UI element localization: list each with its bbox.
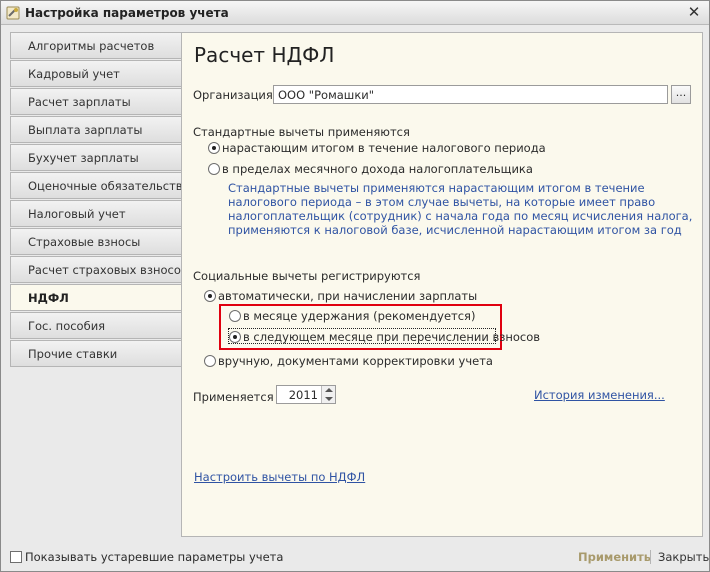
applies-from-label: Применяется с: bbox=[193, 390, 288, 404]
sidebar-item-ndfl[interactable]: НДФЛ bbox=[10, 284, 183, 311]
chevron-down-icon[interactable] bbox=[325, 397, 333, 401]
sidebar-item-other-rates[interactable]: Прочие ставки bbox=[10, 340, 181, 367]
organization-value: ООО "Ромашки" bbox=[278, 88, 375, 102]
radio-label: в следующем месяце при перечислении взно… bbox=[243, 330, 541, 344]
window-title: Настройка параметров учета bbox=[25, 6, 229, 20]
radio-unselected-icon bbox=[229, 310, 241, 322]
sidebar-item-label: Бухучет зарплаты bbox=[28, 151, 139, 165]
page-title: Расчет НДФЛ bbox=[194, 43, 335, 67]
radio-manual[interactable]: вручную, документами корректировки учета bbox=[204, 354, 493, 368]
history-link[interactable]: История изменения... bbox=[534, 388, 665, 402]
close-button[interactable]: Закрыть bbox=[658, 550, 709, 564]
sidebar-item-payroll-accounting[interactable]: Бухучет зарплаты bbox=[10, 144, 181, 171]
radio-label: в пределах месячного дохода налогоплател… bbox=[222, 162, 533, 176]
sidebar-item-insurance-contributions[interactable]: Страховые взносы bbox=[10, 228, 181, 255]
radio-monthly[interactable]: в пределах месячного дохода налогоплател… bbox=[208, 162, 533, 176]
sidebar-item-payroll-payment[interactable]: Выплата зарплаты bbox=[10, 116, 181, 143]
sidebar-item-label: Прочие ставки bbox=[28, 347, 118, 361]
bottom-bar: Показывать устаревшие параметры учета Пр… bbox=[1, 544, 709, 571]
chevron-up-icon[interactable] bbox=[325, 388, 333, 392]
sidebar-item-label: Гос. пособия bbox=[28, 319, 106, 333]
year-stepper[interactable]: 2011 bbox=[276, 385, 336, 404]
sidebar-item-label: Страховые взносы bbox=[28, 235, 141, 249]
radio-label: вручную, документами корректировки учета bbox=[218, 354, 493, 368]
radio-selected-icon bbox=[208, 142, 220, 154]
radio-selected-icon bbox=[229, 331, 241, 343]
checkbox-icon bbox=[10, 551, 22, 563]
settings-window: Настройка параметров учета ✕ Алгоритмы р… bbox=[0, 0, 710, 572]
radio-label: в месяце удержания (рекомендуется) bbox=[243, 309, 476, 323]
sidebar-item-estimated-liabilities[interactable]: Оценочные обязательства bbox=[10, 172, 190, 199]
show-obsolete-label: Показывать устаревшие параметры учета bbox=[25, 550, 284, 564]
sidebar-item-label: Налоговый учет bbox=[28, 207, 126, 221]
sidebar-item-label: Оценочные обязательства bbox=[28, 179, 190, 193]
year-spin-buttons[interactable] bbox=[321, 386, 335, 403]
sidebar-item-hr[interactable]: Кадровый учет bbox=[10, 60, 181, 87]
sidebar-item-calculation-algorithms[interactable]: Алгоритмы расчетов bbox=[10, 32, 181, 59]
radio-next-month[interactable]: в следующем месяце при перечислении взно… bbox=[229, 330, 540, 344]
standard-deductions-label: Стандартные вычеты применяются bbox=[193, 125, 410, 139]
radio-withholding-month[interactable]: в месяце удержания (рекомендуется) bbox=[229, 309, 475, 323]
sidebar-item-label: Выплата зарплаты bbox=[28, 123, 143, 137]
sidebar-item-tax-accounting[interactable]: Налоговый учет bbox=[10, 200, 181, 227]
radio-auto[interactable]: автоматически, при начислении зарплаты bbox=[204, 289, 477, 303]
button-divider bbox=[650, 550, 651, 564]
radio-unselected-icon bbox=[204, 355, 216, 367]
sidebar-item-label: НДФЛ bbox=[28, 291, 69, 305]
organization-label: Организация: bbox=[193, 88, 277, 102]
social-deductions-label: Социальные вычеты регистрируются bbox=[193, 269, 421, 283]
sidebar-item-state-benefits[interactable]: Гос. пособия bbox=[10, 312, 181, 339]
sidebar-item-label: Алгоритмы расчетов bbox=[28, 39, 155, 53]
apply-button[interactable]: Применить bbox=[578, 550, 651, 564]
sidebar-item-label: Кадровый учет bbox=[28, 67, 120, 81]
sidebar-item-insurance-calculation[interactable]: Расчет страховых взносов bbox=[10, 256, 188, 283]
year-value: 2011 bbox=[288, 388, 318, 402]
show-obsolete-checkbox[interactable]: Показывать устаревшие параметры учета bbox=[10, 550, 283, 564]
sidebar-item-label: Расчет страховых взносов bbox=[28, 263, 188, 277]
configure-deductions-link[interactable]: Настроить вычеты по НДФЛ bbox=[194, 470, 365, 484]
radio-label: нарастающим итогом в течение налогового … bbox=[222, 141, 546, 155]
organization-select-button[interactable]: ... bbox=[671, 85, 691, 104]
radio-selected-icon bbox=[204, 290, 216, 302]
sidebar: Алгоритмы расчетов Кадровый учет Расчет … bbox=[10, 32, 190, 537]
sidebar-item-label: Расчет зарплаты bbox=[28, 95, 131, 109]
sidebar-item-payroll-calculation[interactable]: Расчет зарплаты bbox=[10, 88, 181, 115]
title-bar: Настройка параметров учета ✕ bbox=[1, 1, 709, 25]
settings-wrench-icon bbox=[6, 6, 20, 20]
radio-unselected-icon bbox=[208, 163, 220, 175]
organization-field[interactable]: ООО "Ромашки" bbox=[273, 85, 668, 104]
close-window-button[interactable]: ✕ bbox=[685, 3, 703, 21]
radio-label: автоматически, при начислении зарплаты bbox=[218, 289, 478, 303]
radio-cumulative[interactable]: нарастающим итогом в течение налогового … bbox=[208, 141, 546, 155]
main-panel: Расчет НДФЛ Организация: ООО "Ромашки" .… bbox=[181, 32, 703, 537]
standard-deductions-hint: Стандартные вычеты применяются нарастающ… bbox=[228, 181, 693, 237]
